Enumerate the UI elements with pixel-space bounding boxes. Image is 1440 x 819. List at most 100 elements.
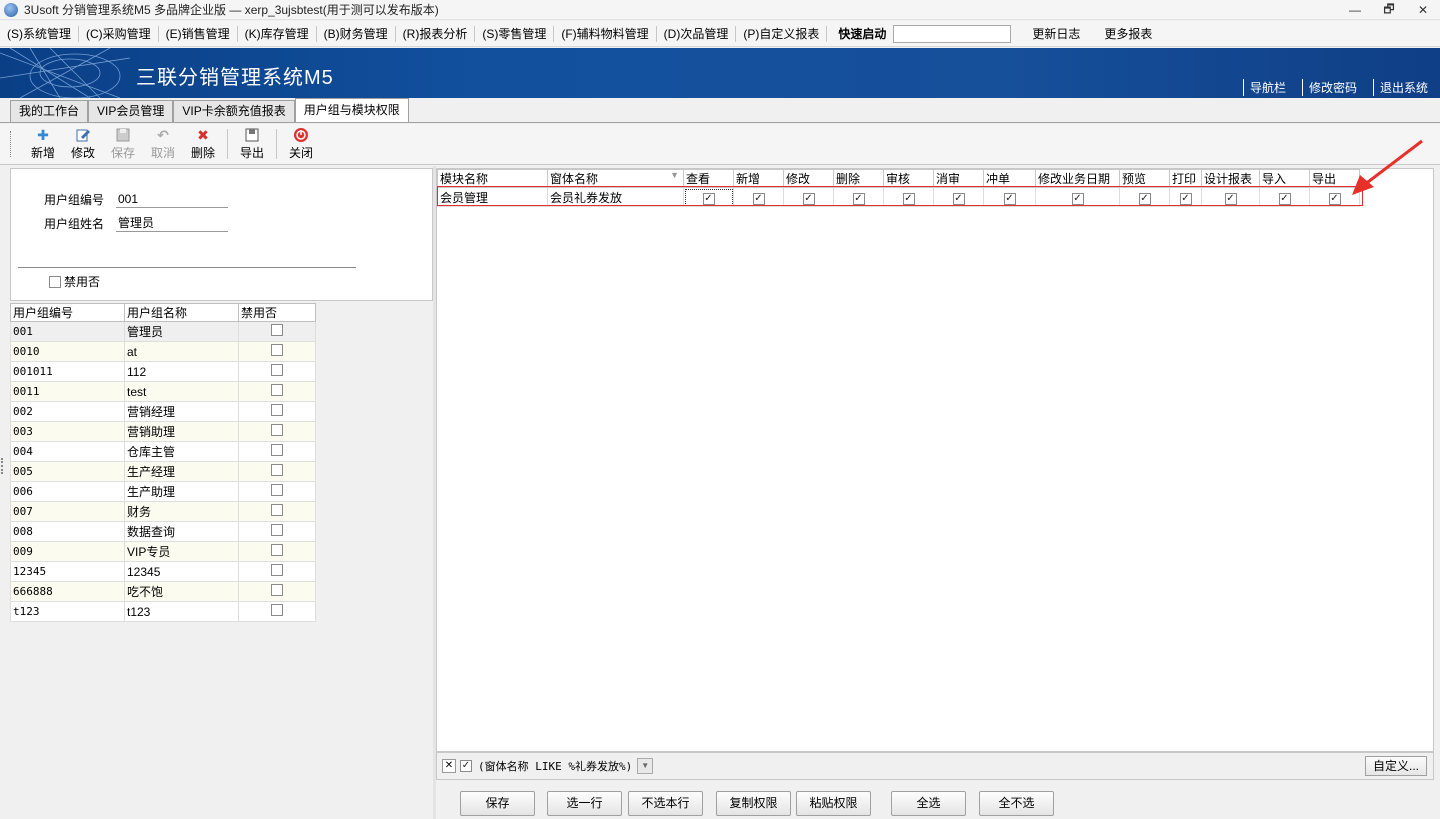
- panel-grip[interactable]: [1, 458, 4, 474]
- table-row[interactable]: 001 管理员: [10, 321, 316, 342]
- save-button[interactable]: 保存: [103, 127, 143, 161]
- menu-retail[interactable]: (S)零售管理: [479, 23, 549, 45]
- menu-inventory[interactable]: (K)库存管理: [242, 23, 312, 45]
- tab-user-groups-permissions[interactable]: 用户组与模块权限: [294, 98, 409, 122]
- menu-custom-reports[interactable]: (P)自定义报表: [740, 23, 822, 45]
- menu-materials[interactable]: (F)辅料物料管理: [558, 23, 651, 45]
- table-row[interactable]: 007 财务: [10, 501, 316, 522]
- customize-filter-button[interactable]: 自定义...: [1365, 756, 1427, 776]
- permission-checkbox[interactable]: ✓: [1328, 192, 1341, 205]
- col-header[interactable]: 审核: [883, 169, 934, 188]
- table-row[interactable]: 0011 test: [10, 381, 316, 402]
- col-header[interactable]: 新增: [733, 169, 784, 188]
- row-disabled-checkbox[interactable]: [271, 444, 283, 456]
- row-disabled-checkbox[interactable]: [271, 544, 283, 556]
- menu-changelog[interactable]: 更新日志: [1029, 23, 1083, 45]
- menu-sales[interactable]: (E)销售管理: [163, 23, 233, 45]
- col-header[interactable]: 修改: [783, 169, 834, 188]
- permission-checkbox[interactable]: ✓: [1278, 192, 1291, 205]
- clear-filter-icon[interactable]: ✕: [442, 759, 456, 773]
- table-row[interactable]: 006 生产助理: [10, 481, 316, 502]
- row-disabled-checkbox[interactable]: [271, 344, 283, 356]
- col-header[interactable]: 模块名称: [437, 169, 548, 188]
- disabled-checkbox[interactable]: [49, 275, 61, 288]
- logout-link[interactable]: 退出系统: [1372, 79, 1434, 96]
- export-button[interactable]: 导出: [232, 127, 272, 161]
- row-disabled-checkbox[interactable]: [271, 524, 283, 536]
- select-all-button[interactable]: 全选: [891, 791, 966, 816]
- tab-workbench[interactable]: 我的工作台: [10, 100, 89, 122]
- group-code-field[interactable]: 001: [116, 190, 228, 208]
- tab-vip-recharge-report[interactable]: VIP卡余额充值报表: [173, 100, 295, 122]
- row-disabled-checkbox[interactable]: [271, 564, 283, 576]
- col-header[interactable]: 消审: [933, 169, 984, 188]
- menu-finance[interactable]: (B)财务管理: [321, 23, 391, 45]
- row-disabled-checkbox[interactable]: [271, 324, 283, 336]
- menu-system[interactable]: (S)系统管理: [4, 23, 74, 45]
- deselect-all-button[interactable]: 全不选: [979, 791, 1054, 816]
- permission-checkbox[interactable]: ✓: [1224, 192, 1237, 205]
- change-password-link[interactable]: 修改密码: [1301, 79, 1363, 96]
- col-group-code[interactable]: 用户组编号: [10, 303, 125, 322]
- col-disabled[interactable]: 禁用否: [238, 303, 316, 322]
- table-row[interactable]: 会员管理 会员礼券发放 ✓ ✓ ✓ ✓ ✓ ✓ ✓ ✓ ✓ ✓ ✓ ✓ ✓: [437, 187, 1360, 207]
- chevron-down-icon[interactable]: ▼: [637, 758, 654, 774]
- select-row-button[interactable]: 选一行: [547, 791, 622, 816]
- table-row[interactable]: 009 VIP专员: [10, 541, 316, 562]
- group-name-field[interactable]: 管理员: [116, 214, 228, 232]
- nav-bar-link[interactable]: 导航栏: [1242, 79, 1292, 96]
- permission-checkbox[interactable]: ✓: [1071, 192, 1084, 205]
- edit-button[interactable]: 修改: [63, 127, 103, 161]
- deselect-row-button[interactable]: 不选本行: [628, 791, 703, 816]
- col-header[interactable]: 打印: [1169, 169, 1202, 188]
- permission-checkbox[interactable]: ✓: [1138, 192, 1151, 205]
- permission-checkbox[interactable]: ✓: [1003, 192, 1016, 205]
- table-row[interactable]: 666888 吃不饱: [10, 581, 316, 602]
- col-header[interactable]: 冲单: [983, 169, 1036, 188]
- menu-defects[interactable]: (D)次品管理: [661, 23, 732, 45]
- col-header[interactable]: 预览: [1119, 169, 1170, 188]
- restore-icon[interactable]: 🗗: [1372, 0, 1406, 20]
- cancel-button[interactable]: ↶ 取消: [143, 127, 183, 161]
- table-row[interactable]: 003 营销助理: [10, 421, 316, 442]
- toolbar-grip[interactable]: [10, 131, 13, 157]
- row-disabled-checkbox[interactable]: [271, 404, 283, 416]
- permission-checkbox[interactable]: ✓: [702, 192, 715, 205]
- minimize-icon[interactable]: —: [1338, 0, 1372, 20]
- col-header[interactable]: 设计报表: [1201, 169, 1260, 188]
- col-group-name[interactable]: 用户组名称: [124, 303, 239, 322]
- row-disabled-checkbox[interactable]: [271, 464, 283, 476]
- paste-permissions-button[interactable]: 粘贴权限: [796, 791, 871, 816]
- col-header[interactable]: 窗体名称 ▼: [547, 169, 684, 188]
- col-header[interactable]: 修改业务日期: [1035, 169, 1120, 188]
- menu-reports[interactable]: (R)报表分析: [400, 23, 471, 45]
- permission-checkbox[interactable]: ✓: [752, 192, 765, 205]
- tab-vip-members[interactable]: VIP会员管理: [88, 100, 174, 122]
- row-disabled-checkbox[interactable]: [271, 484, 283, 496]
- filter-enabled-checkbox[interactable]: ✓: [460, 760, 472, 772]
- filter-expression[interactable]: (窗体名称 LIKE %礼券发放%): [478, 758, 632, 774]
- table-row[interactable]: 001011 112: [10, 361, 316, 382]
- permission-checkbox[interactable]: ✓: [1179, 192, 1192, 205]
- table-row[interactable]: 002 营销经理: [10, 401, 316, 422]
- row-disabled-checkbox[interactable]: [271, 584, 283, 596]
- close-window-icon[interactable]: ✕: [1406, 0, 1440, 20]
- permission-checkbox[interactable]: ✓: [902, 192, 915, 205]
- table-row[interactable]: 005 生产经理: [10, 461, 316, 482]
- permission-checkbox[interactable]: ✓: [852, 192, 865, 205]
- table-row[interactable]: 12345 12345: [10, 561, 316, 582]
- row-disabled-checkbox[interactable]: [271, 384, 283, 396]
- filter-icon[interactable]: ▼: [670, 171, 679, 181]
- col-header[interactable]: 删除: [833, 169, 884, 188]
- table-row[interactable]: 0010 at: [10, 341, 316, 362]
- col-header[interactable]: 导入: [1259, 169, 1310, 188]
- menu-more-reports[interactable]: 更多报表: [1101, 23, 1155, 45]
- table-row[interactable]: t123 t123: [10, 601, 316, 622]
- row-disabled-checkbox[interactable]: [271, 604, 283, 616]
- row-disabled-checkbox[interactable]: [271, 424, 283, 436]
- col-header[interactable]: 查看: [683, 169, 734, 188]
- save-permissions-button[interactable]: 保存: [460, 791, 535, 816]
- permission-checkbox[interactable]: ✓: [952, 192, 965, 205]
- row-disabled-checkbox[interactable]: [271, 364, 283, 376]
- menu-purchase[interactable]: (C)采购管理: [83, 23, 154, 45]
